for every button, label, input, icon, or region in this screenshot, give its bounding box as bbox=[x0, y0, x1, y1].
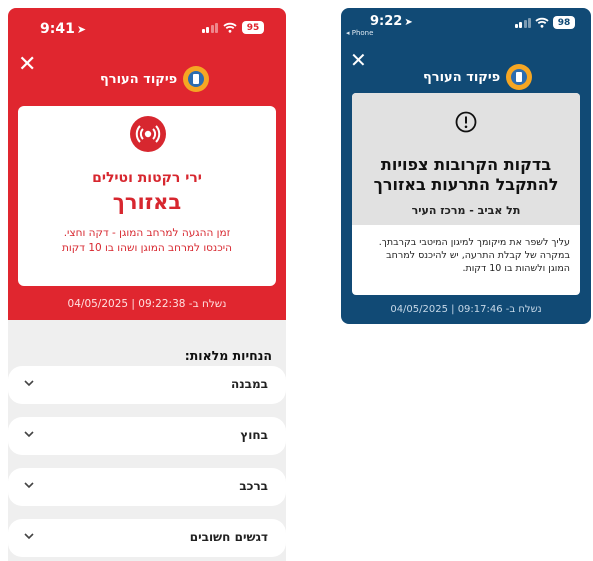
red-alert-panel: 9:41 ➤ 95 ✕ פיקוד העורף ירי רקטות וטילים… bbox=[8, 8, 286, 320]
instructions-header: הנחיות מלאות: bbox=[184, 348, 272, 363]
accordion-label: במבנה bbox=[230, 377, 268, 391]
alert-description-line2: היכנסו למרחב המוגן ושהו בו 10 דקות bbox=[62, 242, 232, 254]
status-time: 9:22 ➤ bbox=[370, 14, 413, 29]
alarm-siren-icon bbox=[130, 116, 166, 152]
info-title-line1: בדקות הקרובות צפויות bbox=[380, 155, 552, 174]
alert-title: באזורך bbox=[112, 190, 182, 214]
app-name: פיקוד העורף bbox=[100, 71, 178, 87]
location-arrow-icon: ➤ bbox=[404, 17, 413, 28]
location-arrow-icon: ➤ bbox=[76, 23, 87, 36]
signal-icon bbox=[201, 22, 218, 33]
chevron-down-icon bbox=[24, 431, 34, 438]
accordion-label: בחוץ bbox=[240, 428, 268, 442]
alert-card: ירי רקטות וטילים באזורך זמן ההגעה למרחב … bbox=[18, 106, 276, 286]
accordion-item-building[interactable]: במבנה bbox=[8, 366, 286, 404]
info-title: בדקות הקרובות צפויות להתקבל התרעות באזור… bbox=[358, 155, 574, 195]
chevron-down-icon bbox=[24, 380, 34, 387]
wifi-icon bbox=[223, 22, 237, 33]
signal-icon bbox=[514, 17, 531, 28]
alert-description: זמן ההגעה למרחב המוגן - דקה וחצי. היכנסו… bbox=[32, 226, 262, 256]
battery-indicator: 98 bbox=[553, 16, 575, 29]
sent-timestamp: 04/05/2025 | 09:22:38 -נשלח ב bbox=[67, 298, 227, 310]
alert-subtitle: ירי רקטות וטילים bbox=[92, 170, 202, 186]
accordion-item-vehicle[interactable]: ברכב bbox=[8, 468, 286, 506]
home-front-command-logo bbox=[183, 66, 210, 92]
status-icons: 98 bbox=[514, 16, 575, 29]
info-description: עליך לשפר את מיקומך למיגון המיטבי בקרבתך… bbox=[364, 236, 570, 275]
status-bar: 9:41 ➤ 95 bbox=[8, 8, 286, 46]
exclamation-circle-icon bbox=[455, 111, 477, 133]
info-title-line2: להתקבל התרעות באזורך bbox=[373, 175, 559, 194]
info-description-line2: במקרה של קבלת התרעה, יש להיכנס למרחב bbox=[386, 250, 570, 261]
info-card-header: בדקות הקרובות צפויות להתקבל התרעות באזור… bbox=[352, 93, 580, 225]
close-icon[interactable]: ✕ bbox=[350, 50, 367, 70]
info-location: תל אביב - מרכז העיר bbox=[411, 204, 521, 217]
app-name: פיקוד העורף bbox=[423, 69, 501, 85]
accordion-label: ברכב bbox=[239, 479, 268, 493]
chevron-down-icon bbox=[24, 533, 34, 540]
app-header: פיקוד העורף bbox=[100, 66, 210, 92]
sent-timestamp: 04/05/2025 | 09:17:46 -נשלח ב bbox=[390, 304, 542, 315]
back-to-phone-link[interactable]: ◂ Phone bbox=[346, 29, 373, 37]
alert-description-line1: זמן ההגעה למרחב המוגן - דקה וחצי. bbox=[63, 227, 231, 239]
accordion-item-important-notes[interactable]: דגשים חשובים bbox=[8, 519, 286, 557]
info-card: בדקות הקרובות צפויות להתקבל התרעות באזור… bbox=[352, 93, 580, 295]
app-header: פיקוד העורף bbox=[423, 64, 533, 90]
accordion-label: דגשים חשובים bbox=[189, 530, 268, 544]
battery-indicator: 95 bbox=[242, 21, 264, 34]
info-description-line1: עליך לשפר את מיקומך למיגון המיטבי בקרבתך… bbox=[378, 237, 570, 248]
home-front-command-logo bbox=[506, 64, 533, 90]
status-time-text: 9:22 bbox=[370, 14, 403, 29]
right-phone-screen: 9:22 ➤ ◂ Phone 98 ✕ פיקוד העורף בדקות הק… bbox=[341, 8, 591, 324]
wifi-icon bbox=[535, 17, 549, 28]
status-time: 9:41 ➤ bbox=[40, 21, 86, 37]
info-description-line3: המוגן ולשהות בו 10 דקות. bbox=[462, 263, 570, 274]
status-icons: 95 bbox=[201, 21, 264, 34]
status-time-text: 9:41 bbox=[40, 21, 75, 37]
close-icon[interactable]: ✕ bbox=[18, 54, 36, 76]
accordion-item-outside[interactable]: בחוץ bbox=[8, 417, 286, 455]
chevron-down-icon bbox=[24, 482, 34, 489]
left-phone-screen: 9:41 ➤ 95 ✕ פיקוד העורף ירי רקטות וטילים… bbox=[8, 8, 286, 561]
